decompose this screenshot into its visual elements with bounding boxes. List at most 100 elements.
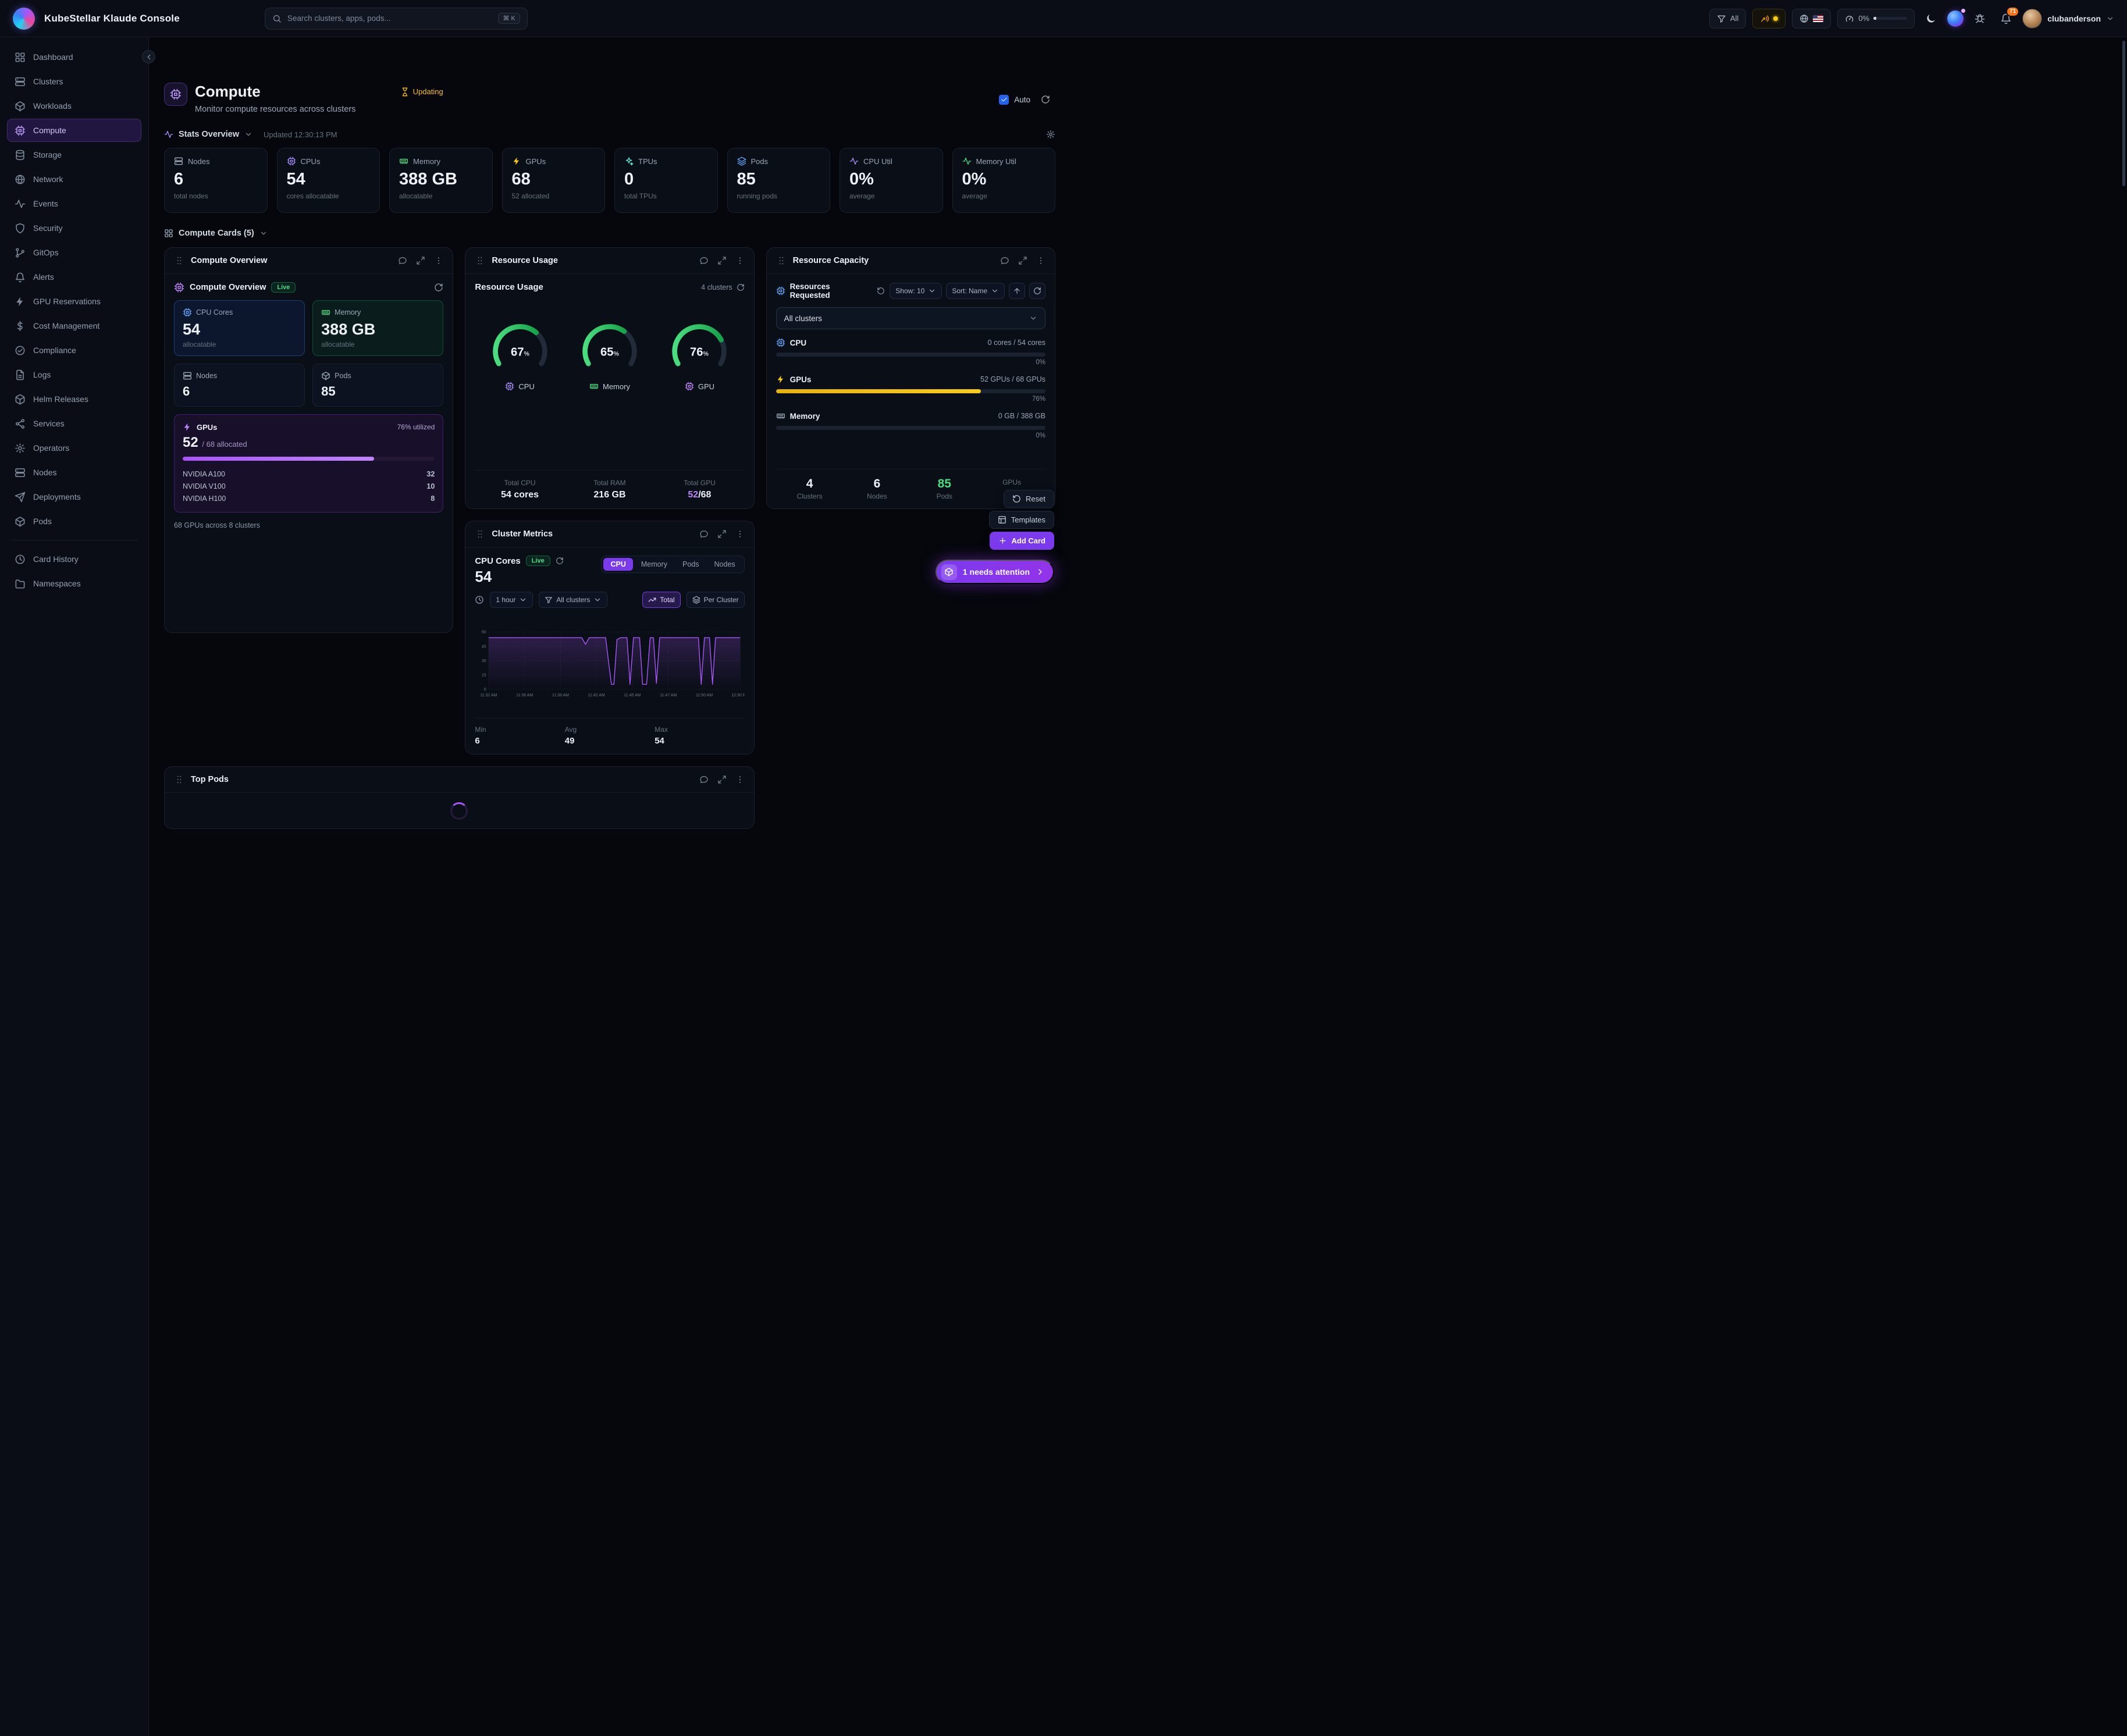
stats-settings-button[interactable] xyxy=(1046,130,1055,139)
search-input[interactable] xyxy=(287,14,493,23)
more-options-icon[interactable] xyxy=(735,775,745,784)
sidebar-item-nodes[interactable]: Nodes xyxy=(7,461,141,484)
more-options-icon[interactable] xyxy=(434,256,443,265)
sidebar-item-compliance[interactable]: Compliance xyxy=(7,339,141,362)
usage-totals: Total CPU 54 cores Total RAM 216 GB Tota… xyxy=(475,470,744,500)
tab-nodes[interactable]: Nodes xyxy=(707,558,742,571)
sidebar-item-compute[interactable]: Compute xyxy=(7,119,141,142)
notifications-button[interactable]: 71 xyxy=(1996,9,2016,29)
chevron-down-icon[interactable] xyxy=(244,130,252,138)
comment-icon[interactable] xyxy=(699,529,709,539)
sidebar-item-gitops[interactable]: GitOps xyxy=(7,241,141,264)
search-bar[interactable]: ⌘ K xyxy=(265,8,528,30)
comment-icon[interactable] xyxy=(398,256,407,265)
drag-handle[interactable] xyxy=(475,529,485,539)
show-dropdown[interactable]: Show: 10 xyxy=(890,283,942,299)
layers-icon xyxy=(737,156,746,166)
refresh-icon[interactable] xyxy=(556,557,564,565)
gpu-model-row: NVIDIA A10032 xyxy=(183,468,435,480)
sidebar-item-namespaces[interactable]: Namespaces xyxy=(7,572,141,595)
per-cluster-toggle-button[interactable]: Per Cluster xyxy=(687,592,745,608)
refresh-icon[interactable] xyxy=(737,283,745,291)
cluster-select[interactable]: All clusters xyxy=(776,307,1045,329)
user-menu[interactable]: clubanderson xyxy=(2022,9,2114,29)
total-toggle-button[interactable]: Total xyxy=(642,592,680,608)
sidebar-item-logs[interactable]: Logs xyxy=(7,363,141,386)
sidebar-item-alerts[interactable]: Alerts xyxy=(7,265,141,289)
expand-icon[interactable] xyxy=(717,256,727,265)
resource-gauge-button[interactable]: 0% xyxy=(1837,9,1915,29)
svg-text:11:47 AM: 11:47 AM xyxy=(660,693,677,698)
sidebar-collapse-button[interactable] xyxy=(142,50,155,63)
drag-handle[interactable] xyxy=(174,255,184,266)
more-options-icon[interactable] xyxy=(735,256,745,265)
sidebar-item-security[interactable]: Security xyxy=(7,216,141,240)
hourglass-icon xyxy=(400,87,410,97)
bell-icon xyxy=(15,272,26,283)
cube-icon xyxy=(15,101,26,112)
sidebar-item-services[interactable]: Services xyxy=(7,412,141,435)
reset-button[interactable]: Reset xyxy=(1004,490,1054,508)
expand-icon[interactable] xyxy=(717,775,727,784)
git-icon xyxy=(15,247,26,258)
tab-memory[interactable]: Memory xyxy=(634,558,674,571)
sidebar-item-label: Card History xyxy=(33,554,79,564)
svg-text:15: 15 xyxy=(482,673,486,677)
app-logo[interactable] xyxy=(13,8,35,30)
more-options-icon[interactable] xyxy=(1036,256,1045,265)
drag-handle[interactable] xyxy=(776,255,787,266)
sort-dropdown[interactable]: Sort: Name xyxy=(946,283,1005,299)
svg-text:30: 30 xyxy=(482,659,486,663)
expand-icon[interactable] xyxy=(1018,256,1027,265)
sidebar-item-events[interactable]: Events xyxy=(7,192,141,215)
memory-value: 388 GB xyxy=(321,321,435,339)
resource-capacity-card: Resource Capacity Resources Requested Sh… xyxy=(766,247,1055,509)
chevron-down-icon[interactable] xyxy=(259,229,268,237)
scrollbar[interactable] xyxy=(2122,41,2125,186)
sort-direction-button[interactable] xyxy=(1009,283,1025,299)
connection-status-button[interactable] xyxy=(1752,9,1785,29)
debug-button[interactable] xyxy=(1970,9,1990,29)
expand-icon[interactable] xyxy=(416,256,425,265)
svg-text:76%: 76% xyxy=(690,346,709,359)
sidebar-item-card-history[interactable]: Card History xyxy=(7,547,141,571)
tab-pods[interactable]: Pods xyxy=(675,558,706,571)
reload-icon[interactable] xyxy=(877,287,885,295)
tab-cpu[interactable]: CPU xyxy=(603,558,632,571)
add-card-button[interactable]: Add Card xyxy=(990,532,1055,550)
needs-attention-button[interactable]: 1 needs attention xyxy=(936,560,1054,584)
sidebar-item-network[interactable]: Network xyxy=(7,168,141,191)
theme-toggle-button[interactable] xyxy=(1921,9,1941,29)
locale-button[interactable] xyxy=(1792,9,1831,29)
comment-icon[interactable] xyxy=(699,256,709,265)
drag-handle[interactable] xyxy=(475,255,485,266)
refresh-button[interactable] xyxy=(1036,90,1055,109)
expand-icon[interactable] xyxy=(717,529,727,539)
sidebar-item-clusters[interactable]: Clusters xyxy=(7,70,141,93)
sidebar-item-dashboard[interactable]: Dashboard xyxy=(7,45,141,69)
refresh-button[interactable] xyxy=(1029,283,1045,299)
sidebar-item-storage[interactable]: Storage xyxy=(7,143,141,166)
sidebar-item-operators[interactable]: Operators xyxy=(7,436,141,460)
comment-icon[interactable] xyxy=(699,775,709,784)
stat-card-cpu-util: CPU Util 0% average xyxy=(840,148,943,213)
sidebar-item-deployments[interactable]: Deployments xyxy=(7,485,141,508)
chevron-left-icon xyxy=(145,53,153,61)
more-options-icon[interactable] xyxy=(735,529,745,539)
sidebar-item-helm-releases[interactable]: Helm Releases xyxy=(7,387,141,411)
sidebar-item-cost-management[interactable]: Cost Management xyxy=(7,314,141,337)
auto-refresh-checkbox[interactable] xyxy=(999,95,1009,105)
time-range-dropdown[interactable]: 1 hour xyxy=(490,592,533,608)
sidebar-item-gpu-reservations[interactable]: GPU Reservations xyxy=(7,290,141,313)
globe-icon xyxy=(15,174,26,185)
comment-icon[interactable] xyxy=(1000,256,1009,265)
sidebar-item-pods[interactable]: Pods xyxy=(7,510,141,533)
filter-all-button[interactable]: All xyxy=(1709,9,1746,29)
drag-handle[interactable] xyxy=(174,774,184,785)
sidebar-item-workloads[interactable]: Workloads xyxy=(7,94,141,118)
assistant-button[interactable] xyxy=(1947,10,1964,27)
cluster-filter-dropdown[interactable]: All clusters xyxy=(539,592,607,608)
refresh-button[interactable] xyxy=(434,283,443,292)
templates-button[interactable]: Templates xyxy=(989,511,1054,529)
compute-cards-title: Compute Cards (5) xyxy=(179,229,254,238)
